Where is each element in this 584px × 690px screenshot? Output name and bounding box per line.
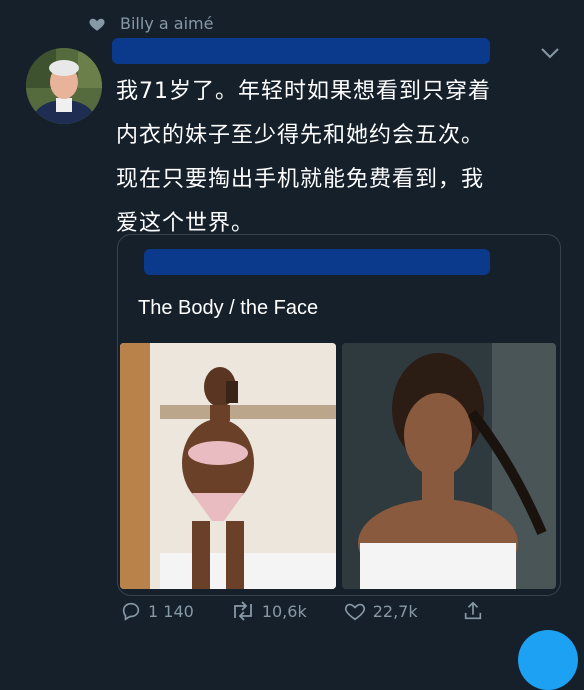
- heart-outline-icon: [344, 603, 365, 621]
- tweet-line: 现在只要掏出手机就能免费看到，我: [116, 167, 485, 192]
- tweet-text: 我71岁了。年轻时如果想看到只穿着 内衣的妹子至少得先和她约会五次。 现在只要掏…: [116, 70, 556, 246]
- like-count: 22,7k: [372, 601, 418, 621]
- compose-button[interactable]: [518, 630, 578, 690]
- avatar[interactable]: [26, 48, 102, 124]
- tweet-actions: 1 140 10,6k 22,7k: [120, 600, 490, 622]
- retweet-count: 10,6k: [261, 601, 307, 621]
- share-icon: [464, 601, 481, 620]
- retweet-icon: [233, 601, 252, 621]
- tweet-line: 内衣的妹子至少得先和她约会五次。: [116, 123, 485, 148]
- liked-by-label[interactable]: Billy a aimé: [120, 14, 213, 33]
- heart-icon: [89, 18, 105, 31]
- redacted-quoted-author: [144, 249, 490, 275]
- tweet-line: 我71岁了。年轻时如果想看到只穿着: [116, 79, 491, 104]
- reply-button[interactable]: 1 140: [120, 600, 194, 622]
- reply-count: 1 140: [148, 601, 194, 621]
- share-button[interactable]: [462, 600, 490, 622]
- redacted-author-name: [112, 38, 490, 64]
- social-context: Billy a aimé: [88, 14, 213, 33]
- chevron-down-icon[interactable]: [540, 46, 560, 60]
- quoted-image-body[interactable]: [120, 343, 336, 589]
- reply-icon: [122, 602, 140, 621]
- quoted-image-face[interactable]: [342, 343, 556, 589]
- quoted-tweet-card[interactable]: The Body / the Face: [117, 234, 561, 596]
- retweet-button[interactable]: 10,6k: [230, 600, 307, 622]
- like-button[interactable]: 22,7k: [343, 600, 418, 622]
- quoted-tweet-text: The Body / the Face: [138, 297, 319, 319]
